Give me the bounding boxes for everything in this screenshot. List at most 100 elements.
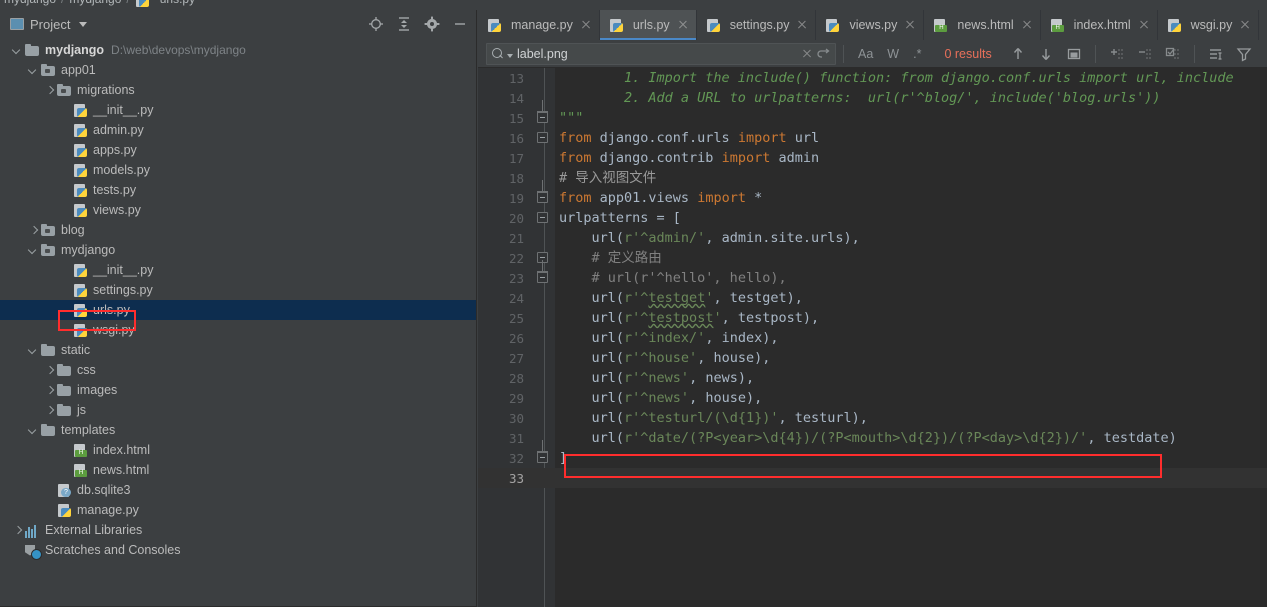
chevron-right-icon[interactable] bbox=[44, 85, 55, 96]
remove-line-icon[interactable] bbox=[1137, 46, 1153, 62]
edit-line-icon[interactable] bbox=[1165, 46, 1181, 62]
code-line-25[interactable]: 25 url(r'^testpost', testpost), bbox=[478, 308, 1267, 328]
editor-tab-index-html[interactable]: index.html bbox=[1041, 10, 1158, 40]
breadcrumb-segment-2[interactable]: urls.py bbox=[160, 0, 195, 6]
editor-tab-views-py[interactable]: views.py bbox=[816, 10, 925, 40]
tree-item-external-libraries[interactable]: External Libraries bbox=[0, 520, 476, 540]
chevron-down-icon[interactable] bbox=[507, 54, 513, 58]
close-icon[interactable] bbox=[677, 19, 689, 31]
code-line-18[interactable]: 18 # 导入视图文件 bbox=[478, 168, 1267, 188]
fold-marker-cell[interactable] bbox=[524, 440, 555, 468]
code-line-23[interactable]: 23 # url(r'^hello', hello), bbox=[478, 260, 1267, 288]
fold-marker-icon[interactable] bbox=[537, 440, 548, 463]
tree-item-admin-py[interactable]: admin.py bbox=[0, 120, 476, 140]
tree-item-manage-py[interactable]: manage.py bbox=[0, 500, 476, 520]
tree-item-app01[interactable]: app01 bbox=[0, 60, 476, 80]
tree-item-js[interactable]: js bbox=[0, 400, 476, 420]
code-line-30[interactable]: 30 url(r'^testurl/(\d{1})', testurl), bbox=[478, 408, 1267, 428]
fold-marker-cell[interactable] bbox=[524, 100, 555, 128]
gear-icon[interactable] bbox=[424, 16, 440, 32]
code-line-16[interactable]: 16 from django.conf.urls import url bbox=[478, 128, 1267, 148]
fold-marker-icon[interactable] bbox=[537, 260, 548, 283]
fold-marker-cell[interactable] bbox=[524, 260, 555, 288]
regex-option[interactable]: .* bbox=[913, 44, 921, 64]
code-line-21[interactable]: 21 url(r'^admin/', admin.site.urls), bbox=[478, 228, 1267, 248]
open-in-find-window-icon[interactable] bbox=[1208, 46, 1224, 62]
add-line-icon[interactable] bbox=[1109, 46, 1125, 62]
code-line-33[interactable]: 33 bbox=[478, 468, 1267, 488]
tree-item-migrations[interactable]: migrations bbox=[0, 80, 476, 100]
close-icon[interactable] bbox=[801, 48, 813, 60]
tree-item-tests-py[interactable]: tests.py bbox=[0, 180, 476, 200]
project-panel-title-group[interactable]: Project bbox=[10, 17, 88, 32]
chevron-right-icon[interactable] bbox=[28, 225, 39, 236]
tree-item--init-py[interactable]: __init__.py bbox=[0, 100, 476, 120]
code-line-32[interactable]: 32] bbox=[478, 440, 1267, 468]
editor-tab-bar[interactable]: manage.py urls.py settings.py views.py news.… bbox=[478, 10, 1267, 40]
close-icon[interactable] bbox=[796, 19, 808, 31]
code-line-31[interactable]: 31 url(r'^date/(?P<year>\d{4})/(?P<mouth… bbox=[478, 428, 1267, 448]
chevron-down-icon[interactable] bbox=[28, 65, 39, 76]
chevron-down-icon[interactable] bbox=[28, 245, 39, 256]
chevron-down-icon[interactable] bbox=[28, 345, 39, 356]
code-line-27[interactable]: 27 url(r'^house', house), bbox=[478, 348, 1267, 368]
code-line-24[interactable]: 24 url(r'^testget', testget), bbox=[478, 288, 1267, 308]
project-tree[interactable]: mydjango D:\web\devops\mydjango app01 migra… bbox=[0, 38, 476, 607]
code-line-14[interactable]: 14 2. Add a URL to urlpatterns: url(r'^b… bbox=[478, 88, 1267, 108]
code-line-29[interactable]: 29 url(r'^news', house), bbox=[478, 388, 1267, 408]
match-case-option[interactable]: Aa bbox=[858, 44, 873, 64]
tree-item--init-py[interactable]: __init__.py bbox=[0, 260, 476, 280]
tree-item-static[interactable]: static bbox=[0, 340, 476, 360]
editor-tab-news-html[interactable]: news.html bbox=[924, 10, 1041, 40]
tree-item-views-py[interactable]: views.py bbox=[0, 200, 476, 220]
fold-marker-cell[interactable] bbox=[524, 128, 555, 148]
chevron-right-icon[interactable] bbox=[12, 525, 23, 536]
chevron-right-icon[interactable] bbox=[44, 365, 55, 376]
breadcrumb-segment-0[interactable]: mydjango bbox=[4, 0, 56, 6]
code-line-22[interactable]: 22 # 定义路由 bbox=[478, 248, 1267, 268]
close-icon[interactable] bbox=[580, 19, 592, 31]
breadcrumb-segment-1[interactable]: mydjango bbox=[69, 0, 121, 6]
fold-marker-cell[interactable] bbox=[524, 208, 555, 228]
fold-marker-cell[interactable] bbox=[524, 180, 555, 208]
chevron-right-icon[interactable] bbox=[44, 385, 55, 396]
minimize-icon[interactable] bbox=[452, 16, 468, 32]
fold-marker-cell[interactable] bbox=[524, 248, 555, 268]
tree-item-mydjango[interactable]: mydjango bbox=[0, 240, 476, 260]
editor-tab-wsgi-py[interactable]: wsgi.py bbox=[1158, 10, 1260, 40]
close-icon[interactable] bbox=[1021, 19, 1033, 31]
editor-tab-manage-py[interactable]: manage.py bbox=[478, 10, 600, 40]
tree-item-urls-py[interactable]: urls.py bbox=[0, 300, 476, 320]
tree-item-models-py[interactable]: models.py bbox=[0, 160, 476, 180]
search-input[interactable]: label.png bbox=[486, 42, 836, 65]
code-line-17[interactable]: 17 from django.contrib import admin bbox=[478, 148, 1267, 168]
tree-item-blog[interactable]: blog bbox=[0, 220, 476, 240]
tree-item-wsgi-py[interactable]: wsgi.py bbox=[0, 320, 476, 340]
close-icon[interactable] bbox=[904, 19, 916, 31]
tree-item-images[interactable]: images bbox=[0, 380, 476, 400]
tree-item-news-html[interactable]: news.html bbox=[0, 460, 476, 480]
filter-icon[interactable] bbox=[1236, 46, 1252, 62]
chevron-down-icon[interactable] bbox=[79, 21, 88, 27]
code-line-13[interactable]: 13 1. Import the include() function: fro… bbox=[478, 68, 1267, 88]
code-line-26[interactable]: 26 url(r'^index/', index), bbox=[478, 328, 1267, 348]
code-line-19[interactable]: 19 from app01.views import * bbox=[478, 180, 1267, 208]
fold-marker-icon[interactable] bbox=[537, 180, 548, 203]
fold-marker-icon[interactable] bbox=[537, 212, 548, 223]
tree-item-db-sqlite3[interactable]: db.sqlite3 bbox=[0, 480, 476, 500]
code-line-20[interactable]: 20 urlpatterns = [ bbox=[478, 208, 1267, 228]
words-option[interactable]: W bbox=[887, 44, 899, 64]
tree-item-css[interactable]: css bbox=[0, 360, 476, 380]
editor-tab-settings-py[interactable]: settings.py bbox=[697, 10, 817, 40]
editor-tab-urls-py[interactable]: urls.py bbox=[599, 10, 697, 40]
tree-item-templates[interactable]: templates bbox=[0, 420, 476, 440]
tree-item-scratches-and-consoles[interactable]: Scratches and Consoles bbox=[0, 540, 476, 560]
collapse-all-icon[interactable] bbox=[396, 16, 412, 32]
fold-marker-icon[interactable] bbox=[537, 100, 548, 123]
search-history-icon[interactable] bbox=[817, 47, 831, 61]
chevron-right-icon[interactable] bbox=[44, 405, 55, 416]
chevron-down-icon[interactable] bbox=[28, 425, 39, 436]
close-icon[interactable] bbox=[1239, 19, 1251, 31]
code-line-15[interactable]: 15 """ bbox=[478, 100, 1267, 128]
tree-item-apps-py[interactable]: apps.py bbox=[0, 140, 476, 160]
